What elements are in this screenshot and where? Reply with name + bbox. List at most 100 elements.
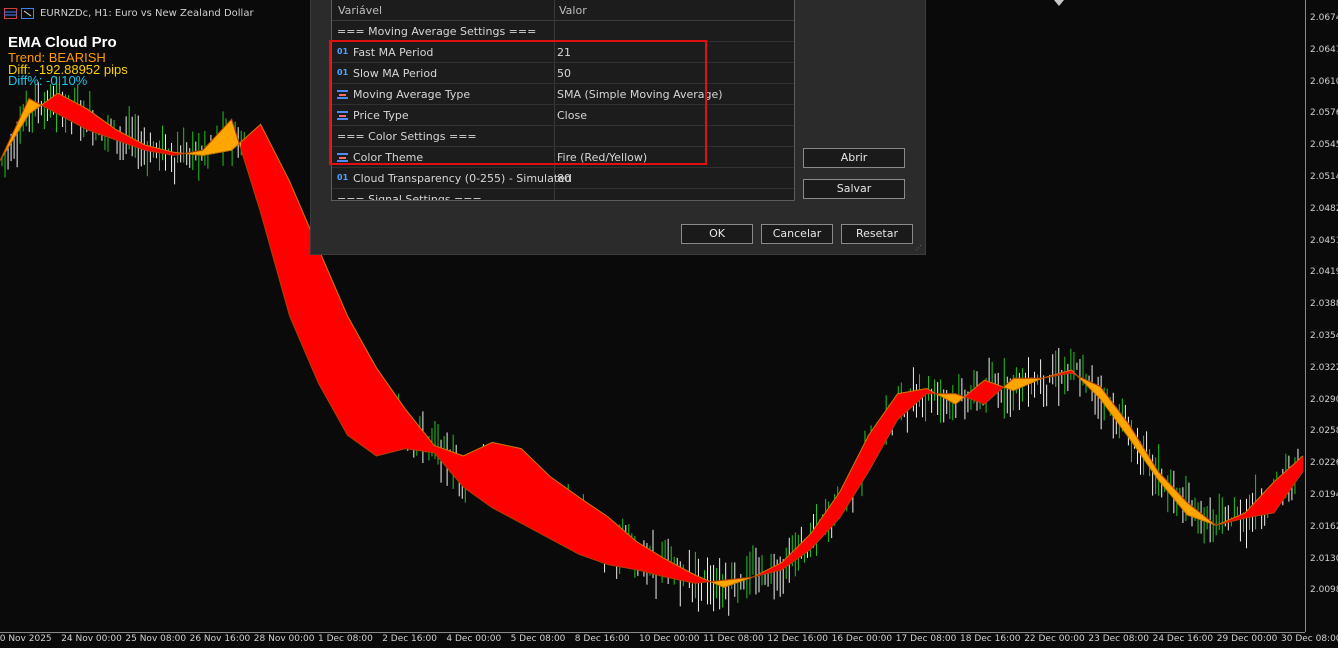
cloud-segment-bullish xyxy=(356,332,363,447)
cloud-segment-bullish xyxy=(477,446,483,502)
ok-button[interactable]: OK xyxy=(681,224,753,244)
time-tick-label: 23 Dec 08:00 xyxy=(1088,634,1149,644)
cloud-segment-bullish xyxy=(506,445,512,519)
time-tick-label: 5 Dec 08:00 xyxy=(510,634,566,644)
grid-header: Variável Valor xyxy=(332,0,794,21)
chart-shift-marker-icon[interactable] xyxy=(1054,0,1064,6)
reset-button[interactable]: Resetar xyxy=(841,224,913,244)
cloud-segment-bullish xyxy=(395,394,401,452)
indicator-title: EMA Cloud Pro xyxy=(8,34,117,51)
price-tick-label: 2.04190 xyxy=(1310,267,1338,278)
price-tick-label: 2.01300 xyxy=(1310,553,1338,564)
price-tick-label: 2.02580 xyxy=(1310,426,1338,437)
cloud-segment-bullish xyxy=(520,447,527,527)
price-tick-label: 2.06100 xyxy=(1310,76,1338,87)
price-tick-label: 2.01940 xyxy=(1310,490,1338,500)
price-tick-label: 2.02260 xyxy=(1310,458,1338,469)
symbol-description: EURNZDc, H1: Euro vs New Zealand Dollar xyxy=(40,7,254,19)
cloud-segment-bullish xyxy=(351,323,358,443)
time-tick-label: 4 Dec 00:00 xyxy=(446,634,502,644)
cloud-segment-bullish xyxy=(598,509,604,564)
cloud-segment-bullish xyxy=(612,520,619,567)
highlight-box xyxy=(329,40,707,165)
time-tick-label: 17 Dec 08:00 xyxy=(895,634,957,644)
cloud-segment-bullish xyxy=(332,282,339,420)
cloud-segment-bullish xyxy=(366,349,372,453)
cloud-segment-bullish xyxy=(1259,491,1265,516)
price-tick-label: 2.05760 xyxy=(1310,108,1338,119)
cancel-button[interactable]: Cancelar xyxy=(761,224,833,244)
cloud-segment-bullish xyxy=(284,171,290,317)
cloud-segment-bullish xyxy=(491,442,498,511)
price-tick-label: 2.01620 xyxy=(1310,521,1338,532)
time-tick-label: 24 Dec 16:00 xyxy=(1152,634,1214,644)
row-variable-name: === Moving Average Settings === xyxy=(337,25,537,38)
resize-grip-icon[interactable]: ⋰ xyxy=(915,244,923,252)
cloud-segment-bullish xyxy=(554,479,561,545)
cloud-segment-bullish xyxy=(540,466,546,537)
save-button[interactable]: Salvar xyxy=(803,179,905,199)
cloud-segment-bullish xyxy=(651,550,657,576)
cloud-segment-bullish xyxy=(535,461,541,535)
cloud-segment-bullish xyxy=(636,541,643,572)
cloud-segment-bullish xyxy=(516,447,522,524)
cloud-segment-bearish xyxy=(216,128,223,154)
cloud-segment-bullish xyxy=(641,544,647,573)
price-tick-label: 2.06475 xyxy=(1310,44,1338,55)
cloud-segment-bullish xyxy=(549,476,556,542)
column-variable[interactable]: Variável xyxy=(338,4,382,17)
cloud-segment-bullish xyxy=(390,387,397,453)
cloud-segment-bullish xyxy=(405,408,411,450)
price-tick-label: 2.04510 xyxy=(1310,235,1338,246)
price-tick-label: 2.03540 xyxy=(1310,331,1338,341)
time-tick-label: 25 Nov 08:00 xyxy=(125,634,187,644)
time-tick-label: 22 Dec 00:00 xyxy=(1024,634,1085,644)
cloud-segment-bullish xyxy=(62,95,68,120)
time-tick-label: 1 Dec 08:00 xyxy=(318,634,373,644)
cloud-segment-bullish xyxy=(631,537,638,571)
section-row[interactable]: === Moving Average Settings === xyxy=(332,21,794,42)
cloud-segment-bullish xyxy=(578,496,585,557)
cloud-segment-bullish xyxy=(385,380,392,454)
chart-type-icon[interactable] xyxy=(21,7,34,19)
cloud-segment-bullish xyxy=(617,524,623,568)
cloud-segment-bullish xyxy=(72,100,78,125)
time-tick-label: 26 Nov 16:00 xyxy=(189,634,251,644)
cloud-segment-bullish xyxy=(501,444,508,516)
time-tick-label: 28 Nov 00:00 xyxy=(253,634,315,644)
cloud-segment-bullish xyxy=(627,532,633,570)
time-tick-label: 8 Dec 16:00 xyxy=(574,634,630,644)
cloud-segment-bullish xyxy=(361,340,368,450)
input-row[interactable]: 01 Cloud Transparency (0-255) - Simulated… xyxy=(332,168,794,189)
row-variable-name: Cloud Transparency (0-255) - Simulated xyxy=(353,172,572,185)
cloud-segment-bullish xyxy=(525,452,532,529)
chart-grid-icon[interactable] xyxy=(4,7,17,19)
open-button[interactable]: Abrir xyxy=(803,148,905,168)
section-row[interactable]: === Signal Settings === xyxy=(332,189,794,200)
row-value[interactable]: 80 xyxy=(557,172,571,185)
cloud-segment-bullish xyxy=(530,457,536,532)
cloud-segment-bullish xyxy=(646,547,652,574)
cloud-segment-bullish xyxy=(448,450,454,477)
cloud-segment-bullish xyxy=(327,270,334,411)
time-tick-label: 2 Dec 16:00 xyxy=(382,634,437,644)
column-value[interactable]: Valor xyxy=(559,4,587,17)
chart-symbol-bar: EURNZDc, H1: Euro vs New Zealand Dollar xyxy=(0,5,254,21)
cloud-segment-bullish xyxy=(573,493,580,555)
cloud-segment-bullish xyxy=(269,143,276,265)
cloud-segment-bullish xyxy=(545,471,551,540)
integer-type-icon: 01 xyxy=(337,173,349,182)
cloud-segment-bullish xyxy=(250,127,257,197)
cloud-segment-bullish xyxy=(622,528,628,569)
price-tick-label: 2.04820 xyxy=(1310,203,1338,214)
cloud-segment-bullish xyxy=(593,506,599,562)
cloud-segment-bullish xyxy=(487,441,493,509)
price-tick-label: 2.05140 xyxy=(1310,172,1338,182)
cloud-segment-bullish xyxy=(602,513,609,566)
cloud-segment-bullish xyxy=(76,103,83,128)
cloud-segment-bullish xyxy=(496,443,503,514)
cloud-segment-bearish xyxy=(231,119,237,151)
price-tick-label: 2.03220 xyxy=(1310,362,1338,373)
price-tick-label: 2.03880 xyxy=(1310,299,1338,310)
price-axis[interactable] xyxy=(1305,0,1338,632)
